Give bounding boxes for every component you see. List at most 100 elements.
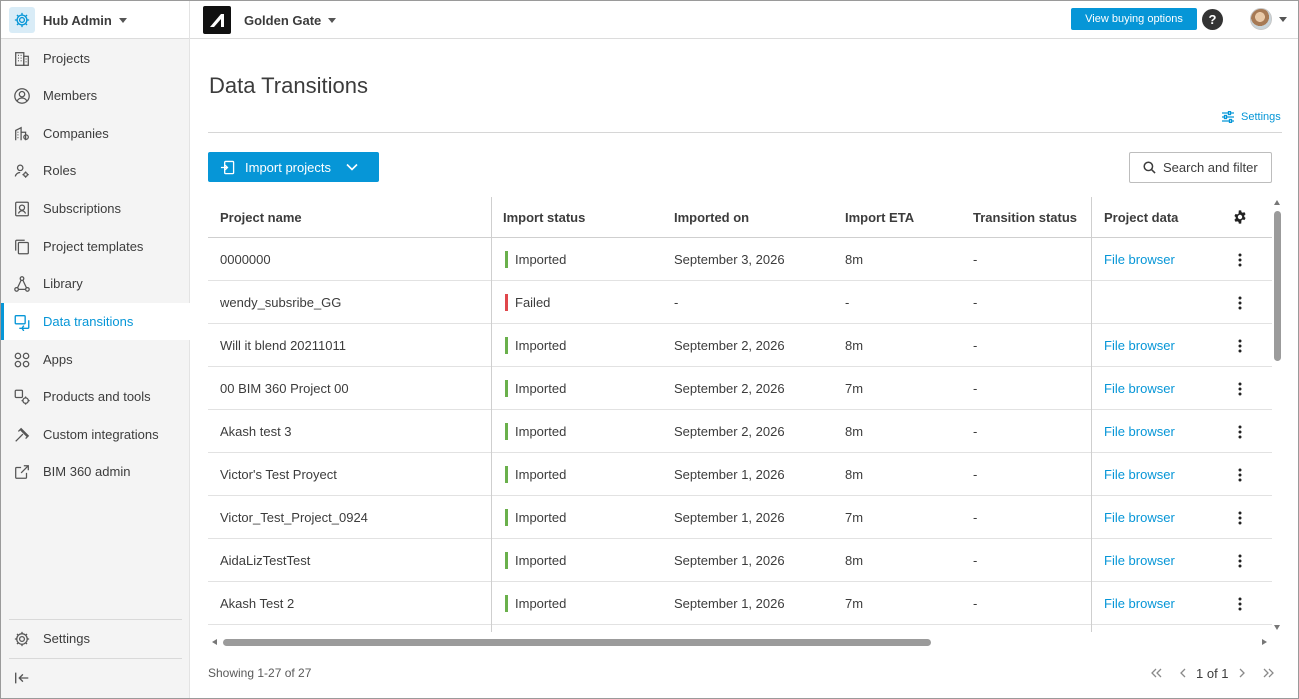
column-header-project-data[interactable]: Project data bbox=[1104, 197, 1178, 238]
search-icon bbox=[1143, 161, 1156, 174]
search-and-filter-label: Search and filter bbox=[1163, 160, 1258, 175]
more-options-icon[interactable] bbox=[1230, 367, 1250, 410]
status-indicator bbox=[505, 595, 508, 612]
sidebar-item-label: Custom integrations bbox=[43, 427, 159, 442]
status-indicator bbox=[505, 466, 508, 483]
sidebar-item-label: Roles bbox=[43, 163, 77, 178]
import-projects-button[interactable]: Import projects bbox=[208, 152, 379, 182]
settings-link[interactable]: Settings bbox=[1222, 111, 1281, 123]
table-row[interactable]: Victor_Test_Project_0924 Imported Septembe… bbox=[208, 496, 1272, 539]
sidebar-item-project-templates[interactable]: Project templates bbox=[1, 228, 190, 265]
sidebar-item-subscriptions[interactable]: Subscriptions bbox=[1, 190, 190, 227]
sidebar-item-data-transitions[interactable]: Data transitions bbox=[1, 303, 190, 340]
file-browser-link[interactable]: File browser bbox=[1104, 324, 1175, 367]
sidebar-item-label: Apps bbox=[43, 352, 73, 367]
search-and-filter-button[interactable]: Search and filter bbox=[1129, 152, 1272, 183]
sidebar-item-custom-integrations[interactable]: Custom integrations bbox=[1, 416, 190, 453]
sidebar-item-library[interactable]: Library bbox=[1, 265, 190, 302]
cell-import-eta: 8m bbox=[845, 553, 864, 568]
sidebar-item-members[interactable]: Members bbox=[1, 77, 190, 114]
page-title: Data Transitions bbox=[209, 73, 368, 98]
integrations-icon bbox=[12, 425, 32, 445]
table-row[interactable]: 0000000 Imported September 3, 2026 8m - File … bbox=[208, 238, 1272, 281]
hub-switcher[interactable]: Hub Admin bbox=[1, 1, 190, 39]
cell-transition-status: - bbox=[973, 338, 978, 353]
file-browser-link[interactable]: File browser bbox=[1104, 496, 1175, 539]
more-options-icon[interactable] bbox=[1230, 582, 1250, 625]
last-page-icon[interactable] bbox=[1259, 663, 1279, 683]
vertical-scroll-thumb[interactable] bbox=[1274, 211, 1281, 361]
column-settings-gear-icon[interactable] bbox=[1232, 209, 1248, 225]
table-row[interactable]: wendy_subsribe_GG Failed - - - bbox=[208, 281, 1272, 324]
project-switcher[interactable]: Golden Gate bbox=[203, 1, 337, 39]
previous-page-icon[interactable] bbox=[1172, 663, 1192, 683]
cell-imported-on: September 1, 2026 bbox=[674, 467, 785, 482]
sidebar-item-apps[interactable]: Apps bbox=[1, 341, 190, 378]
table-row[interactable]: 00 BIM 360 Project 00 Imported September 2… bbox=[208, 367, 1272, 410]
import-projects-label: Import projects bbox=[245, 159, 331, 175]
scroll-up-arrow-icon[interactable] bbox=[1274, 200, 1280, 205]
file-browser-link[interactable]: File browser bbox=[1104, 367, 1175, 410]
next-page-icon[interactable] bbox=[1233, 663, 1253, 683]
help-icon[interactable]: ? bbox=[1202, 9, 1223, 30]
sidebar-item-projects[interactable]: Projects bbox=[1, 40, 190, 77]
status-indicator bbox=[505, 251, 508, 268]
table-header: Project name Import status Imported on I… bbox=[208, 197, 1272, 238]
file-browser-link[interactable]: File browser bbox=[1104, 410, 1175, 453]
horizontal-scroll-thumb[interactable] bbox=[223, 639, 931, 646]
cell-project-name: Victor's Test Proyect bbox=[220, 467, 337, 482]
scroll-down-arrow-icon[interactable] bbox=[1274, 625, 1280, 630]
column-header-import-eta[interactable]: Import ETA bbox=[845, 197, 914, 238]
cell-transition-status: - bbox=[973, 295, 978, 310]
sidebar-item-label: Settings bbox=[43, 631, 90, 646]
horizontal-scrollbar[interactable] bbox=[208, 637, 1272, 648]
table-row[interactable]: AidaLizTestTest Imported September 1, 2026… bbox=[208, 539, 1272, 582]
scroll-right-arrow-icon[interactable] bbox=[1262, 639, 1267, 645]
more-options-icon[interactable] bbox=[1230, 539, 1250, 582]
file-browser-link[interactable]: File browser bbox=[1104, 539, 1175, 582]
more-options-icon[interactable] bbox=[1230, 281, 1250, 324]
vertical-scrollbar[interactable] bbox=[1272, 197, 1283, 632]
cell-imported-on: September 2, 2026 bbox=[674, 424, 785, 439]
cell-project-name: Victor_Test_Project_0924 bbox=[220, 510, 368, 525]
hub-title: Hub Admin bbox=[43, 12, 112, 28]
sidebar-item-products-and-tools[interactable]: Products and tools bbox=[1, 378, 190, 415]
column-header-imported-on[interactable]: Imported on bbox=[674, 197, 749, 238]
column-header-transition-status[interactable]: Transition status bbox=[973, 197, 1077, 238]
file-browser-link[interactable]: File browser bbox=[1104, 582, 1175, 625]
cell-import-status: Imported bbox=[505, 410, 566, 453]
sidebar-item-settings[interactable]: Settings bbox=[1, 620, 190, 657]
library-icon bbox=[12, 274, 32, 294]
more-options-icon[interactable] bbox=[1230, 238, 1250, 281]
table-row[interactable]: Will it blend 20211011 Imported September … bbox=[208, 324, 1272, 367]
scroll-left-arrow-icon[interactable] bbox=[212, 639, 217, 645]
sidebar-item-companies[interactable]: Companies bbox=[1, 115, 190, 152]
more-options-icon[interactable] bbox=[1230, 410, 1250, 453]
table-row[interactable]: Akash test 3 Imported September 2, 2026 8m -… bbox=[208, 410, 1272, 453]
apps-grid-icon bbox=[12, 350, 32, 370]
sidebar-item-label: Members bbox=[43, 88, 98, 103]
table-row[interactable]: Victor's Test Proyect Imported September 1… bbox=[208, 453, 1272, 496]
status-indicator bbox=[505, 509, 508, 526]
status-text: Imported bbox=[515, 252, 567, 267]
column-header-import-status[interactable]: Import status bbox=[503, 197, 585, 238]
file-browser-link[interactable]: File browser bbox=[1104, 453, 1175, 496]
sidebar-item-label: Library bbox=[43, 276, 83, 291]
cell-project-name: AidaLizTestTest bbox=[220, 553, 311, 568]
table-row[interactable]: Akash Test 2 Imported September 1, 2026 7m -… bbox=[208, 582, 1272, 625]
pagination: 1 of 1 bbox=[1146, 662, 1279, 684]
cell-imported-on: September 1, 2026 bbox=[674, 553, 785, 568]
file-browser-link[interactable]: File browser bbox=[1104, 238, 1175, 281]
user-menu[interactable] bbox=[1250, 8, 1287, 30]
collapse-sidebar-button[interactable] bbox=[1, 659, 190, 696]
cell-transition-status: - bbox=[973, 252, 978, 267]
more-options-icon[interactable] bbox=[1230, 453, 1250, 496]
more-options-icon[interactable] bbox=[1230, 496, 1250, 539]
cell-import-status: Imported bbox=[505, 238, 566, 281]
first-page-icon[interactable] bbox=[1146, 663, 1166, 683]
more-options-icon[interactable] bbox=[1230, 324, 1250, 367]
column-header-project-name[interactable]: Project name bbox=[220, 197, 302, 238]
sidebar-item-roles[interactable]: Roles bbox=[1, 152, 190, 189]
sidebar-item-bim-360-admin[interactable]: BIM 360 admin bbox=[1, 453, 190, 490]
view-buying-options-button[interactable]: View buying options bbox=[1071, 8, 1197, 30]
